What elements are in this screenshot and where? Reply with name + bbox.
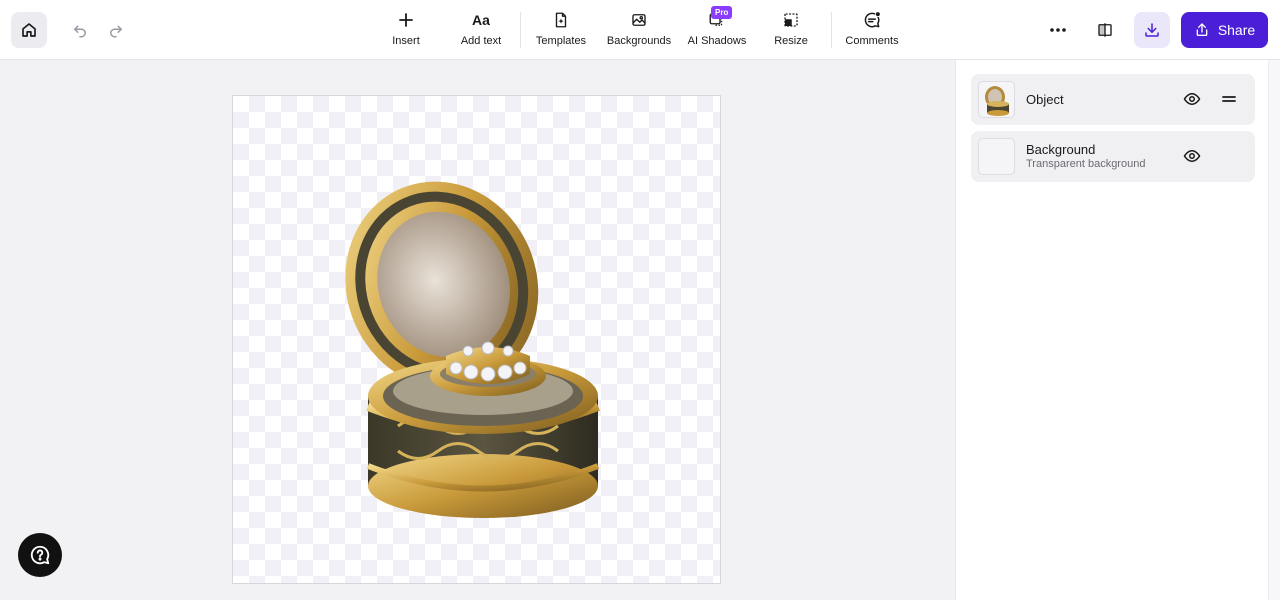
ai-shadows-tool[interactable]: Pro AI Shadows: [686, 6, 748, 54]
insert-tool[interactable]: Insert: [382, 8, 430, 54]
redo-button[interactable]: [104, 18, 128, 42]
more-options-button[interactable]: [1044, 18, 1072, 42]
help-icon: [30, 545, 50, 565]
toolbar-divider: [831, 12, 832, 48]
templates-label: Templates: [535, 35, 587, 47]
layers-panel: Object Background Transparent background: [955, 60, 1280, 600]
undo-icon: [74, 25, 86, 38]
panel-scrollbar[interactable]: [1268, 60, 1280, 600]
ai-shadows-label: AI Shadows: [687, 35, 747, 47]
home-icon: [22, 23, 36, 37]
visibility-toggle[interactable]: [1182, 146, 1202, 166]
templates-tool[interactable]: Templates: [533, 8, 589, 54]
eye-icon: [1183, 92, 1201, 106]
comments-label: Comments: [845, 35, 899, 47]
layer-background[interactable]: Background Transparent background: [971, 131, 1255, 182]
share-icon: [1196, 23, 1208, 36]
toolbar-divider: [520, 12, 521, 48]
layer-thumbnail: [978, 138, 1015, 175]
templates-icon: [555, 12, 567, 28]
download-icon: [1145, 23, 1159, 37]
resize-label: Resize: [774, 35, 808, 47]
compare-button[interactable]: [1092, 18, 1118, 42]
layer-name: Object: [1026, 92, 1064, 107]
redo-icon: [110, 25, 122, 38]
more-horizontal-icon: [1050, 28, 1066, 32]
backgrounds-icon: [632, 14, 646, 26]
visibility-toggle[interactable]: [1182, 89, 1202, 109]
download-button[interactable]: [1134, 12, 1170, 48]
home-button[interactable]: [11, 12, 47, 48]
drag-handle-icon: [1222, 96, 1236, 102]
share-label: Share: [1217, 22, 1256, 38]
eye-icon: [1183, 149, 1201, 163]
top-toolbar: Insert Aa Add text Templates Backgrounds…: [0, 0, 1280, 60]
comments-icon: [864, 11, 881, 28]
layer-subtitle: Transparent background: [1026, 158, 1146, 170]
add-text-label: Add text: [460, 35, 502, 47]
undo-button[interactable]: [68, 18, 92, 42]
help-button[interactable]: [18, 533, 62, 577]
resize-tool[interactable]: Resize: [771, 8, 811, 54]
backgrounds-label: Backgrounds: [606, 35, 672, 47]
layer-name: Background: [1026, 142, 1096, 157]
compare-icon: [1098, 23, 1112, 37]
plus-icon: [399, 13, 413, 27]
layer-object[interactable]: Object: [971, 74, 1255, 125]
design-canvas[interactable]: [232, 95, 721, 584]
insert-label: Insert: [392, 35, 420, 47]
share-button[interactable]: Share: [1181, 12, 1268, 48]
drag-handle[interactable]: [1219, 89, 1239, 109]
backgrounds-tool[interactable]: Backgrounds: [604, 8, 674, 54]
pro-badge: Pro: [711, 6, 733, 19]
resize-icon: [784, 13, 798, 27]
layer-thumbnail: [978, 81, 1015, 118]
text-icon: Aa: [472, 12, 490, 28]
comments-tool[interactable]: Comments: [843, 8, 901, 54]
jewelry-box-image[interactable]: [328, 166, 618, 536]
add-text-tool[interactable]: Aa Add text: [455, 8, 507, 54]
